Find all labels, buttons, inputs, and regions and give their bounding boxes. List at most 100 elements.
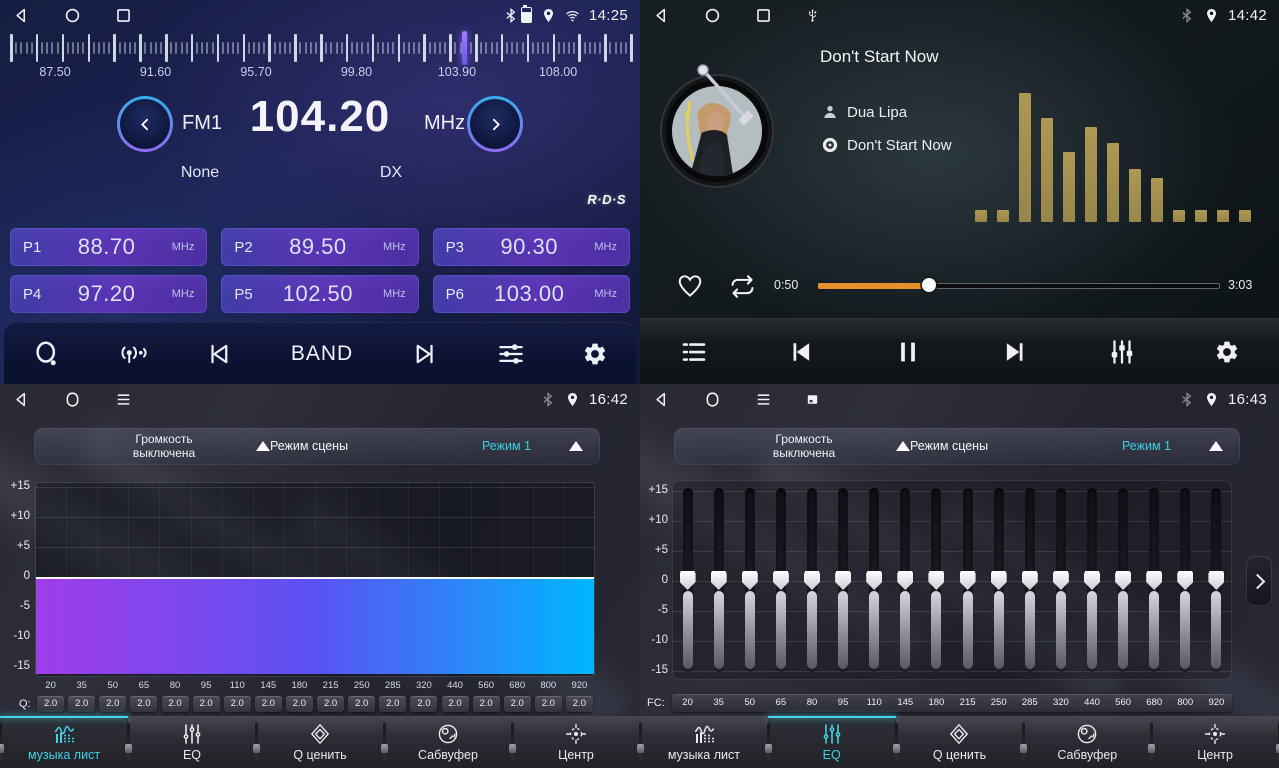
broadcast-button[interactable] — [118, 339, 148, 369]
preset-button[interactable]: P289.50MHz — [221, 228, 418, 266]
seek-bar[interactable] — [818, 283, 1220, 289]
tab-subwoofer[interactable]: Сабвуфер — [1023, 716, 1151, 768]
next-track-button[interactable] — [1000, 337, 1030, 367]
recents-button[interactable] — [114, 6, 133, 25]
q-value-button[interactable]: 2.0 — [224, 696, 251, 712]
tuner-tick — [454, 42, 456, 54]
scene-mode-value[interactable]: Режим 1 — [464, 439, 549, 453]
tab-eq[interactable]: EQ — [128, 716, 256, 768]
recents-button[interactable] — [754, 6, 773, 25]
eq-band-slider[interactable] — [928, 488, 944, 672]
home-button[interactable] — [63, 6, 82, 25]
scene-expand-triangle[interactable] — [569, 441, 583, 451]
q-value-button[interactable]: 2.0 — [535, 696, 562, 712]
scan-button[interactable] — [32, 339, 62, 369]
eq-band-slider[interactable] — [742, 488, 758, 672]
repeat-button[interactable] — [728, 272, 757, 301]
scene-expand-triangle[interactable] — [1209, 441, 1223, 451]
home-button[interactable] — [703, 6, 722, 25]
audio-settings-button[interactable] — [496, 339, 526, 369]
preset-button[interactable]: P188.70MHz — [10, 228, 207, 266]
tab-center[interactable]: Центр — [512, 716, 640, 768]
eq-band-slider[interactable] — [835, 488, 851, 672]
tuner-scale[interactable] — [10, 34, 630, 62]
back-button[interactable] — [12, 6, 31, 25]
equalizer-button[interactable] — [1107, 337, 1137, 367]
favorite-button[interactable] — [676, 272, 704, 300]
menu-button[interactable] — [754, 390, 773, 409]
preset-button[interactable]: P390.30MHz — [433, 228, 630, 266]
slider-thumb[interactable] — [680, 571, 696, 590]
q-value-button[interactable]: 2.0 — [504, 696, 531, 712]
q-value-button[interactable]: 2.0 — [286, 696, 313, 712]
q-value-button[interactable]: 2.0 — [379, 696, 406, 712]
q-value-button[interactable]: 2.0 — [162, 696, 189, 712]
q-value-button[interactable]: 2.0 — [99, 696, 126, 712]
eq-band-slider[interactable] — [1208, 488, 1224, 672]
settings-button[interactable] — [582, 341, 608, 367]
q-value-button[interactable]: 2.0 — [410, 696, 437, 712]
tuner-tick — [527, 34, 530, 62]
previous-track-button[interactable] — [786, 337, 816, 367]
eq-band-slider[interactable] — [711, 488, 727, 672]
pause-button[interactable] — [893, 337, 923, 367]
q-value-button[interactable]: 2.0 — [317, 696, 344, 712]
q-value-button[interactable]: 2.0 — [68, 696, 95, 712]
eq-band-slider[interactable] — [1115, 488, 1131, 672]
menu-button[interactable] — [114, 390, 133, 409]
eq-band-slider[interactable] — [991, 488, 1007, 672]
seek-thumb[interactable] — [922, 278, 936, 292]
q-value-button[interactable]: 2.0 — [442, 696, 469, 712]
eq-band-slider[interactable] — [897, 488, 913, 672]
q-value-button[interactable]: 2.0 — [566, 696, 593, 712]
q-value-button[interactable]: 2.0 — [193, 696, 220, 712]
tab-center[interactable]: Центр — [1151, 716, 1279, 768]
eq-band-slider[interactable] — [804, 488, 820, 672]
tab-music-list[interactable]: музыка лист — [0, 716, 128, 768]
eq-band-slider[interactable] — [1177, 488, 1193, 672]
next-bands-button[interactable] — [1246, 556, 1272, 606]
eq-band-slider[interactable] — [1146, 488, 1162, 672]
eq-band-slider[interactable] — [960, 488, 976, 672]
eq-band-slider[interactable] — [773, 488, 789, 672]
eq-band-slider[interactable] — [866, 488, 882, 672]
volume-status-toggle[interactable]: Громкость выключена — [89, 432, 239, 460]
q-row-label: Q: — [19, 698, 31, 710]
q-value-button[interactable]: 2.0 — [348, 696, 375, 712]
volume-status-toggle[interactable]: Громкость выключена — [729, 432, 879, 460]
scene-mode-value[interactable]: Режим 1 — [1104, 439, 1189, 453]
home-button[interactable] — [63, 390, 82, 409]
tune-up-button[interactable] — [467, 96, 523, 152]
eq-band-slider[interactable] — [1084, 488, 1100, 672]
q-value-button[interactable]: 2.0 — [130, 696, 157, 712]
tab-eq[interactable]: EQ — [768, 716, 896, 768]
tab-subwoofer[interactable]: Сабвуфер — [384, 716, 512, 768]
eq-curve-graph[interactable] — [35, 482, 595, 677]
q-value-button[interactable]: 2.0 — [473, 696, 500, 712]
back-button[interactable] — [652, 6, 671, 25]
eq-band-slider[interactable] — [1053, 488, 1069, 672]
band-button[interactable]: BAND — [291, 342, 353, 366]
slider-lower-track — [869, 591, 879, 669]
preset-button[interactable]: P5102.50MHz — [221, 275, 418, 313]
eq-band-slider[interactable] — [680, 488, 696, 672]
slider-lower-track — [807, 591, 817, 669]
preset-button[interactable]: P6103.00MHz — [433, 275, 630, 313]
slider-thumb[interactable] — [960, 571, 976, 590]
settings-button[interactable] — [1214, 339, 1240, 365]
dx-mode-toggle[interactable]: DX — [376, 164, 406, 182]
tab-music-list[interactable]: музыка лист — [640, 716, 768, 768]
q-value-button[interactable]: 2.0 — [37, 696, 64, 712]
tab-label: EQ — [823, 748, 841, 762]
home-button[interactable] — [703, 390, 722, 409]
tab-q-value[interactable]: Q ценить — [896, 716, 1024, 768]
tab-q-value[interactable]: Q ценить — [256, 716, 384, 768]
q-value-button[interactable]: 2.0 — [255, 696, 282, 712]
previous-station-button[interactable] — [205, 339, 235, 369]
back-button[interactable] — [12, 390, 31, 409]
playlist-button[interactable] — [679, 337, 709, 367]
preset-button[interactable]: P497.20MHz — [10, 275, 207, 313]
eq-band-slider[interactable] — [1022, 488, 1038, 672]
next-station-button[interactable] — [409, 339, 439, 369]
back-button[interactable] — [652, 390, 671, 409]
